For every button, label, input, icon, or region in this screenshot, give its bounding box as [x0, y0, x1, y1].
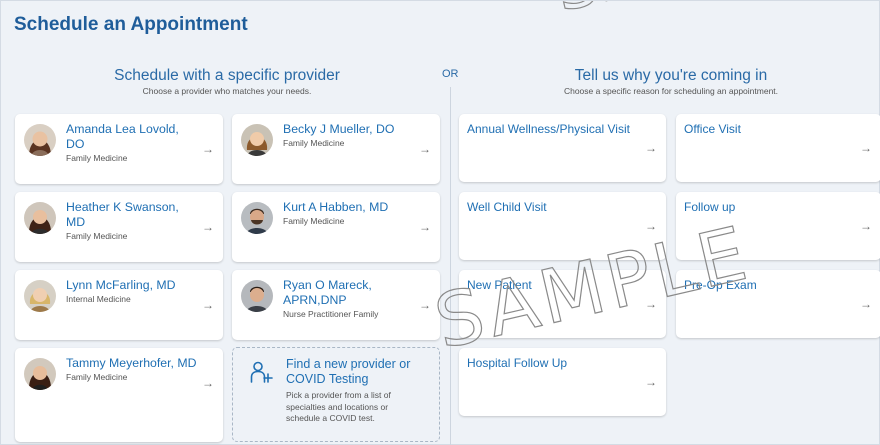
provider-card-kurt-habben[interactable]: Kurt A Habben, MD Family Medicine → — [232, 192, 440, 262]
arrow-right-icon: → — [860, 141, 872, 155]
provider-card-becky-mueller[interactable]: Becky J Mueller, DO Family Medicine → — [232, 114, 440, 184]
avatar — [241, 202, 273, 234]
provider-specialty: Internal Medicine — [66, 294, 131, 304]
reason-label: Office Visit — [684, 122, 741, 136]
arrow-right-icon: → — [860, 297, 872, 311]
find-provider-title[interactable]: Find a new provider or COVID Testing — [286, 357, 416, 387]
provider-card-heather-swanson[interactable]: Heather K Swanson, MD Family Medicine → — [15, 192, 223, 262]
reason-label: New Patient — [467, 278, 532, 292]
arrow-right-icon: → — [419, 298, 431, 312]
arrow-right-icon: → — [202, 220, 214, 234]
reason-card-well-child[interactable]: Well Child Visit → — [459, 192, 666, 260]
arrow-right-icon: → — [419, 220, 431, 234]
provider-specialty: Family Medicine — [283, 138, 345, 148]
provider-name-link[interactable]: Becky J Mueller, DO Family Medicine — [283, 122, 416, 149]
reason-card-hospital-follow-up[interactable]: Hospital Follow Up → — [459, 348, 666, 416]
reason-label: Follow up — [684, 200, 736, 214]
reason-card-follow-up[interactable]: Follow up → — [676, 192, 880, 260]
avatar — [24, 358, 56, 390]
provider-name-link[interactable]: Kurt A Habben, MD Family Medicine — [283, 200, 416, 227]
provider-card-tammy-meyerhofer[interactable]: Tammy Meyerhofer, MD Family Medicine → — [15, 348, 223, 442]
find-new-provider-card[interactable]: Find a new provider or COVID Testing Pic… — [232, 347, 440, 442]
reason-card-pre-op-exam[interactable]: Pre-Op Exam → — [676, 270, 880, 338]
arrow-right-icon: → — [860, 219, 872, 233]
provider-section-subheading: Choose a provider who matches your needs… — [142, 86, 312, 96]
provider-section-header: Schedule with a specific provider Choose… — [77, 67, 377, 96]
or-label: OR — [442, 68, 459, 80]
arrow-right-icon: → — [645, 219, 657, 233]
avatar — [24, 280, 56, 312]
provider-specialty: Family Medicine — [66, 231, 128, 241]
page-title: Schedule an Appointment — [14, 14, 248, 35]
arrow-right-icon: → — [202, 298, 214, 312]
reason-label: Well Child Visit — [467, 200, 547, 214]
provider-card-lynn-mcfarling[interactable]: Lynn McFarling, MD Internal Medicine → — [15, 270, 223, 340]
arrow-right-icon: → — [202, 142, 214, 156]
arrow-right-icon: → — [645, 375, 657, 389]
section-divider — [450, 87, 451, 445]
provider-section-heading: Schedule with a specific provider — [114, 67, 340, 84]
avatar — [24, 202, 56, 234]
provider-name-link[interactable]: Ryan O Mareck, APRN,DNP Nurse Practitione… — [283, 278, 416, 320]
avatar — [241, 124, 273, 156]
provider-specialty: Family Medicine — [283, 216, 345, 226]
person-plus-icon — [249, 360, 273, 384]
arrow-right-icon: → — [202, 376, 214, 390]
reason-label: Pre-Op Exam — [684, 278, 757, 292]
avatar — [241, 280, 273, 312]
reason-section-subheading: Choose a specific reason for scheduling … — [563, 86, 779, 96]
avatar — [24, 124, 56, 156]
arrow-right-icon: → — [645, 141, 657, 155]
provider-name-link[interactable]: Amanda Lea Lovold, DO Family Medicine — [66, 122, 199, 164]
reason-label: Annual Wellness/Physical Visit — [467, 122, 630, 136]
provider-name-link[interactable]: Heather K Swanson, MD Family Medicine — [66, 200, 199, 242]
reason-section-header: Tell us why you're coming in Choose a sp… — [521, 67, 821, 96]
provider-name-link[interactable]: Lynn McFarling, MD Internal Medicine — [66, 278, 199, 305]
reason-card-annual-wellness[interactable]: Annual Wellness/Physical Visit → — [459, 114, 666, 182]
reason-section-heading: Tell us why you're coming in — [574, 67, 768, 84]
watermark-text-top: SAMPLE — [548, 1, 837, 27]
appointment-panel: Schedule an Appointment Schedule with a … — [0, 0, 880, 445]
provider-specialty: Family Medicine — [66, 372, 128, 382]
provider-specialty: Nurse Practitioner Family — [283, 309, 379, 319]
arrow-right-icon: → — [419, 142, 431, 156]
reason-label: Hospital Follow Up — [467, 356, 568, 370]
reason-card-office-visit[interactable]: Office Visit → — [676, 114, 880, 182]
provider-card-ryan-mareck[interactable]: Ryan O Mareck, APRN,DNP Nurse Practitione… — [232, 270, 440, 340]
find-provider-description: Pick a provider from a list of specialti… — [286, 390, 391, 423]
provider-specialty: Family Medicine — [66, 153, 128, 163]
reason-card-new-patient[interactable]: New Patient → — [459, 270, 666, 338]
provider-name-link[interactable]: Tammy Meyerhofer, MD Family Medicine — [66, 356, 199, 383]
provider-card-amanda-lovold[interactable]: Amanda Lea Lovold, DO Family Medicine → — [15, 114, 223, 184]
arrow-right-icon: → — [645, 297, 657, 311]
